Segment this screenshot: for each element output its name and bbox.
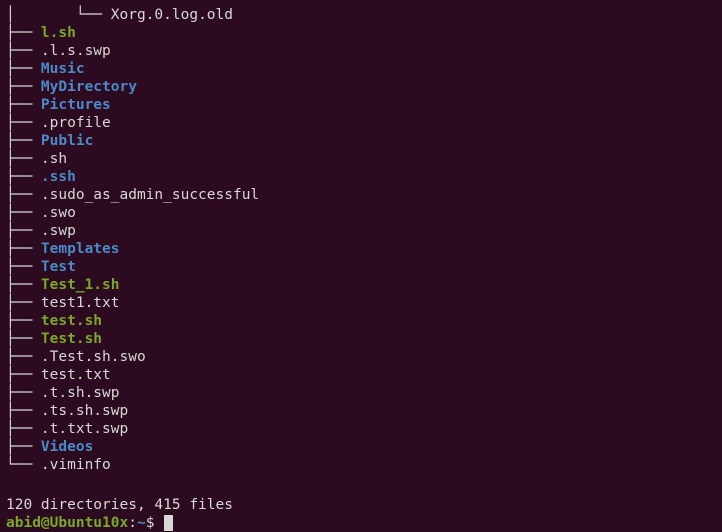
tree-row: ├── .ssh: [6, 168, 722, 186]
tree-branch-icon: ├──: [6, 439, 41, 455]
tree-row: ├── .profile: [6, 114, 722, 132]
tree-entry: .sh: [41, 151, 67, 167]
tree-summary: 120 directories, 415 files: [6, 492, 722, 514]
terminal-output[interactable]: │ └── Xorg.0.log.old ├── l.sh├── .l.s.sw…: [0, 0, 722, 532]
tree-entry: Test: [41, 259, 76, 275]
tree-entry: .profile: [41, 115, 111, 131]
tree-row: ├── test1.txt: [6, 294, 722, 312]
tree-entry: .t.txt.swp: [41, 421, 128, 437]
tree-branch-icon: ├──: [6, 223, 41, 239]
tree-row: ├── .l.s.swp: [6, 42, 722, 60]
tree-row: ├── MyDirectory: [6, 78, 722, 96]
tree-row: ├── .swo: [6, 204, 722, 222]
prompt-colon: :: [128, 515, 137, 531]
tree-entry: Public: [41, 133, 93, 149]
tree-branch-icon: ├──: [6, 169, 41, 185]
tree-row: ├── Test_1.sh: [6, 276, 722, 294]
tree-row: ├── .t.txt.swp: [6, 420, 722, 438]
tree-entry: .swp: [41, 223, 76, 239]
tree-entry: test1.txt: [41, 295, 120, 311]
tree-branch-nested: │ └──: [6, 7, 111, 23]
tree-row: ├── l.sh: [6, 24, 722, 42]
tree-entry: Videos: [41, 439, 93, 455]
tree-row-nested: │ └── Xorg.0.log.old: [6, 6, 722, 24]
tree-row: ├── Pictures: [6, 96, 722, 114]
prompt-path: ~: [137, 515, 146, 531]
tree-entry: .t.sh.swp: [41, 385, 120, 401]
tree-row: ├── Test.sh: [6, 330, 722, 348]
tree-row: ├── Test: [6, 258, 722, 276]
tree-branch-icon: ├──: [6, 313, 41, 329]
prompt-line[interactable]: abid@Ubuntu10x:~$: [6, 514, 722, 532]
tree-row: ├── .sudo_as_admin_successful: [6, 186, 722, 204]
prompt-user-host: abid@Ubuntu10x: [6, 515, 128, 531]
tree-branch-icon: ├──: [6, 367, 41, 383]
tree-branch-icon: ├──: [6, 61, 41, 77]
tree-row: ├── .t.sh.swp: [6, 384, 722, 402]
tree-entry: Pictures: [41, 97, 111, 113]
tree-branch-icon: ├──: [6, 385, 41, 401]
tree-row: └── .viminfo: [6, 456, 722, 474]
tree-branch-icon: ├──: [6, 205, 41, 221]
tree-row: ├── test.sh: [6, 312, 722, 330]
tree-row: ├── Templates: [6, 240, 722, 258]
tree-row: ├── .sh: [6, 150, 722, 168]
tree-branch-icon: ├──: [6, 133, 41, 149]
tree-row: ├── test.txt: [6, 366, 722, 384]
prompt-dollar: $: [146, 515, 163, 531]
tree-branch-icon: ├──: [6, 187, 41, 203]
tree-summary-blank: [6, 474, 722, 492]
tree-row: ├── Videos: [6, 438, 722, 456]
tree-entry: .sudo_as_admin_successful: [41, 187, 259, 203]
tree-entry: MyDirectory: [41, 79, 137, 95]
tree-branch-icon: ├──: [6, 115, 41, 131]
tree-list: ├── l.sh├── .l.s.swp├── Music├── MyDirec…: [6, 24, 722, 474]
tree-branch-icon: ├──: [6, 25, 41, 41]
tree-entry: test.sh: [41, 313, 102, 329]
tree-entry: .Test.sh.swo: [41, 349, 146, 365]
tree-branch-icon: ├──: [6, 79, 41, 95]
tree-branch-icon: ├──: [6, 259, 41, 275]
tree-entry: Music: [41, 61, 85, 77]
tree-entry-nested: Xorg.0.log.old: [111, 7, 233, 23]
tree-branch-icon: ├──: [6, 97, 41, 113]
tree-branch-icon: ├──: [6, 241, 41, 257]
tree-row: ├── .Test.sh.swo: [6, 348, 722, 366]
tree-entry: Test.sh: [41, 331, 102, 347]
tree-entry: .l.s.swp: [41, 43, 111, 59]
tree-branch-icon: └──: [6, 457, 41, 473]
tree-branch-icon: ├──: [6, 331, 41, 347]
tree-branch-icon: ├──: [6, 349, 41, 365]
tree-branch-icon: ├──: [6, 295, 41, 311]
tree-entry: .swo: [41, 205, 76, 221]
cursor-icon: [164, 515, 173, 531]
tree-entry: .viminfo: [41, 457, 111, 473]
tree-branch-icon: ├──: [6, 43, 41, 59]
tree-row: ├── Music: [6, 60, 722, 78]
tree-row: ├── .swp: [6, 222, 722, 240]
tree-entry: .ssh: [41, 169, 76, 185]
tree-entry: l.sh: [41, 25, 76, 41]
tree-branch-icon: ├──: [6, 403, 41, 419]
tree-entry: test.txt: [41, 367, 111, 383]
tree-entry: .ts.sh.swp: [41, 403, 128, 419]
tree-entry: Test_1.sh: [41, 277, 120, 293]
tree-row: ├── .ts.sh.swp: [6, 402, 722, 420]
tree-branch-icon: ├──: [6, 151, 41, 167]
tree-branch-icon: ├──: [6, 421, 41, 437]
tree-row: ├── Public: [6, 132, 722, 150]
tree-branch-icon: ├──: [6, 277, 41, 293]
tree-entry: Templates: [41, 241, 120, 257]
